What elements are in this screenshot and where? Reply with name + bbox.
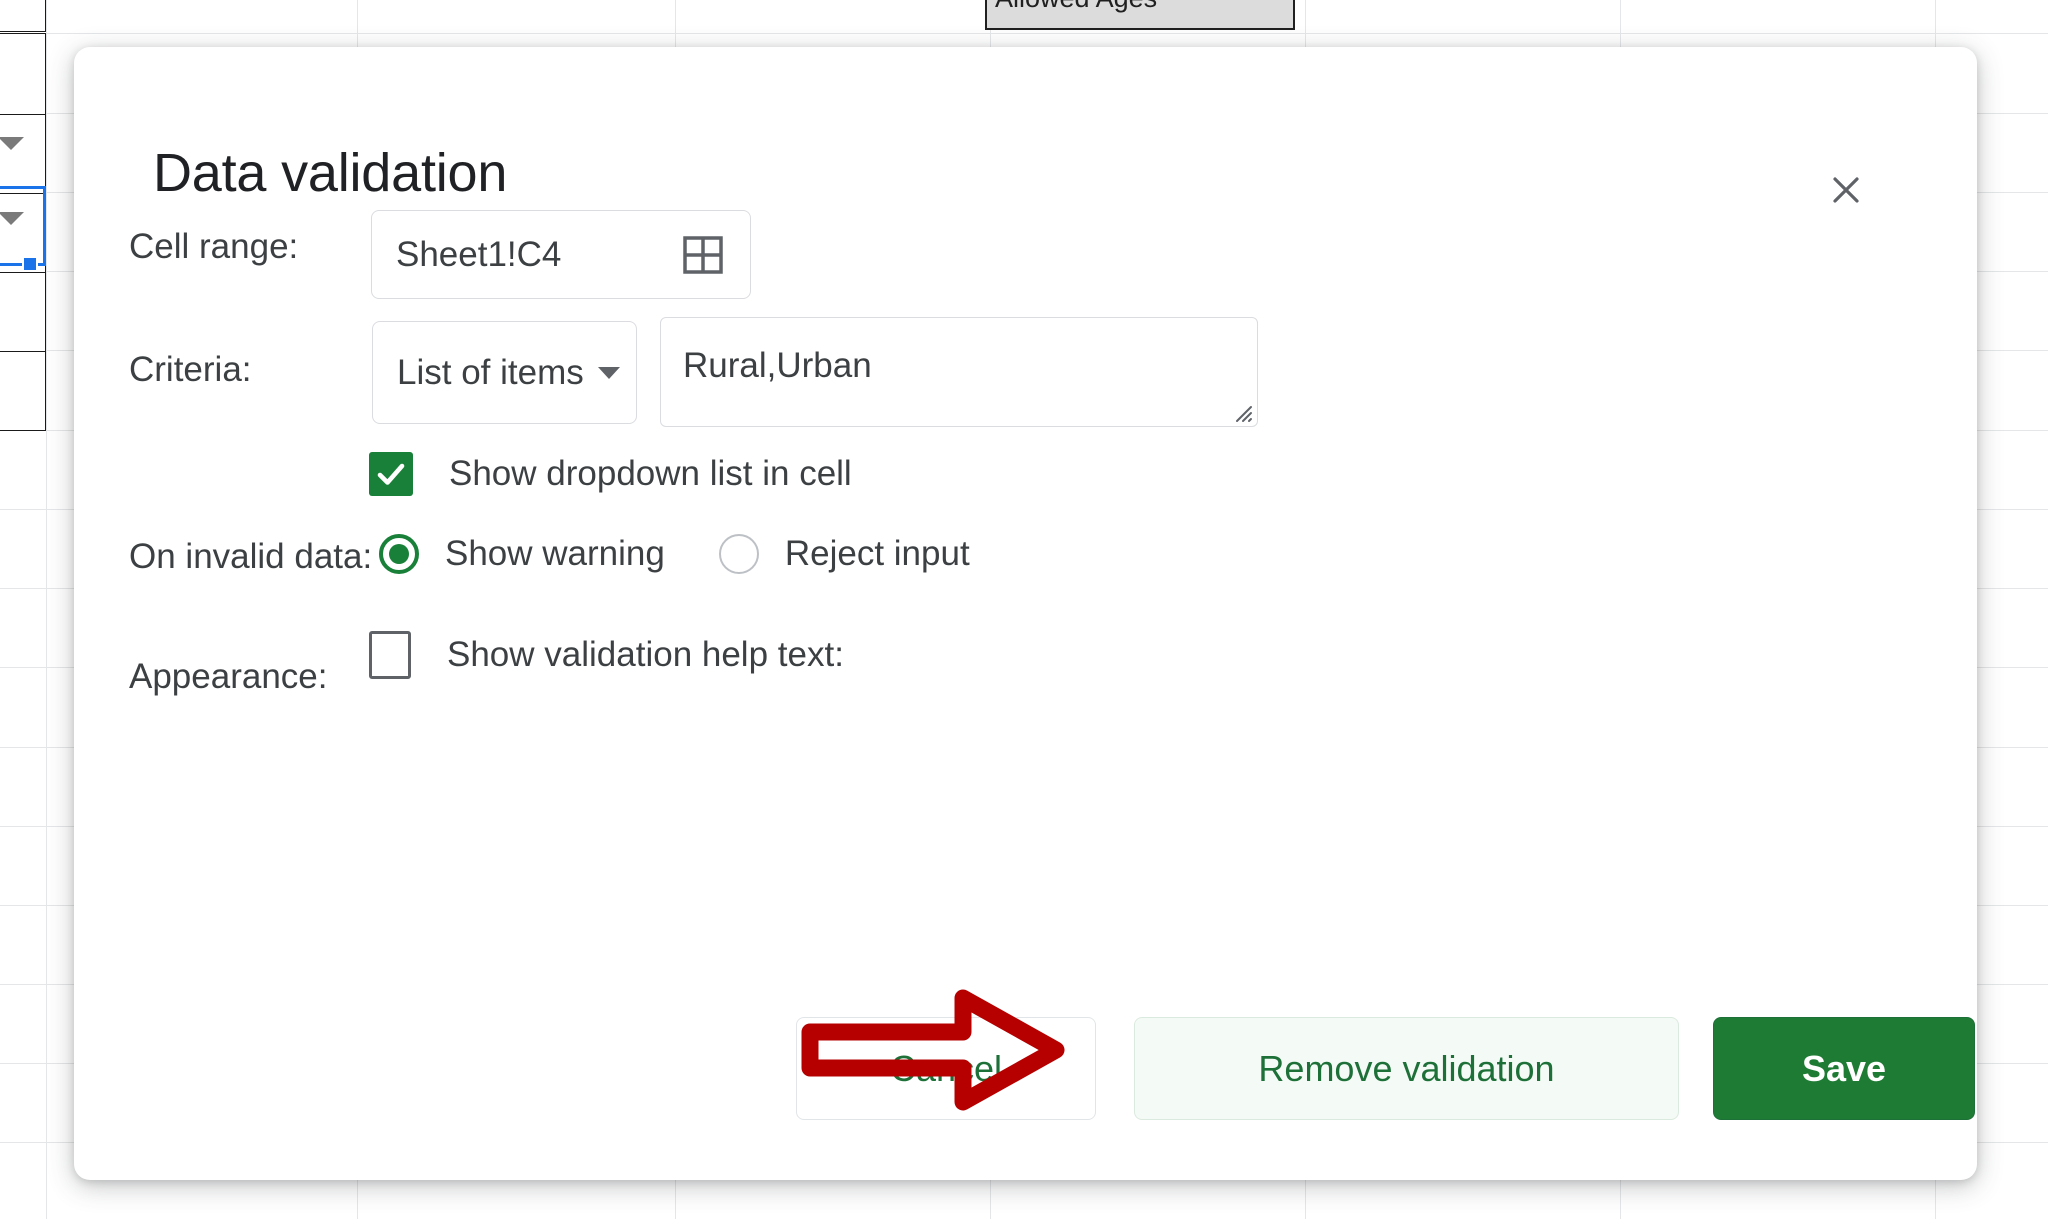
criteria-label: Criteria: — [129, 350, 252, 390]
radio-selected-dot — [389, 544, 409, 564]
show-dropdown-label: Show dropdown list in cell — [449, 454, 852, 494]
criteria-type-value: List of items — [373, 353, 584, 393]
radio-show-warning-label: Show warning — [445, 534, 665, 574]
resize-handle-icon[interactable] — [1231, 401, 1253, 423]
radio-reject-input-indicator — [719, 534, 759, 574]
sheet-cell[interactable] — [0, 272, 46, 352]
active-cell-selection — [0, 186, 46, 266]
show-dropdown-checkbox[interactable] — [369, 452, 413, 496]
close-icon — [1826, 170, 1866, 210]
sheet-cell-with-dropdown[interactable] — [0, 114, 46, 194]
cell-tooltip-allowed-ages: Allowed Ages — [985, 0, 1295, 30]
criteria-value-textarea[interactable]: Rural,Urban — [660, 317, 1258, 427]
radio-show-warning-indicator — [379, 534, 419, 574]
radio-reject-input-label: Reject input — [785, 534, 970, 574]
data-validation-dialog: Data validation Cell range: Sheet1!C4 Cr… — [74, 47, 1977, 1180]
on-invalid-data-radio-group: Show warning Reject input — [379, 534, 970, 574]
cell-range-value: Sheet1!C4 — [372, 235, 682, 275]
remove-validation-button[interactable]: Remove validation — [1134, 1017, 1679, 1120]
cell-dropdown-arrow-icon[interactable] — [0, 137, 24, 150]
selection-fill-handle[interactable] — [22, 256, 38, 272]
cell-range-input[interactable]: Sheet1!C4 — [371, 210, 751, 299]
sheet-cell[interactable] — [0, 351, 46, 431]
criteria-value-text: Rural,Urban — [683, 346, 872, 386]
grid-column-line — [46, 0, 47, 1219]
criteria-type-dropdown[interactable]: List of items — [372, 321, 637, 424]
cancel-button[interactable]: Cancel — [796, 1017, 1096, 1120]
on-invalid-data-label: On invalid data: — [129, 537, 372, 577]
show-help-text-checkbox[interactable] — [369, 631, 411, 679]
appearance-label: Appearance: — [129, 657, 327, 697]
chevron-down-icon — [598, 367, 620, 379]
sheet-cell[interactable] — [0, 0, 46, 32]
radio-show-warning[interactable]: Show warning — [379, 534, 665, 574]
grid-select-icon[interactable] — [682, 235, 724, 275]
radio-reject-input[interactable]: Reject input — [719, 534, 970, 574]
grid-row-line — [0, 33, 2048, 34]
sheet-cell[interactable] — [0, 33, 46, 115]
close-button[interactable] — [1811, 155, 1881, 225]
dialog-title: Data validation — [153, 142, 507, 204]
show-dropdown-row[interactable]: Show dropdown list in cell — [369, 452, 852, 496]
show-help-text-row[interactable]: Show validation help text: — [369, 631, 844, 679]
save-button[interactable]: Save — [1713, 1017, 1975, 1120]
cell-range-label: Cell range: — [129, 227, 298, 267]
show-help-text-label: Show validation help text: — [447, 635, 844, 675]
